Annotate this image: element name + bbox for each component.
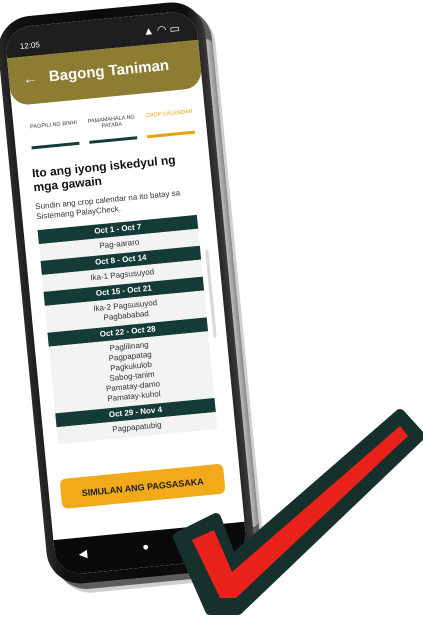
schedule-list[interactable]: Oct 1 - Oct 7 Pag-aararo Oct 8 - Oct 14 …: [37, 214, 218, 445]
status-icons: ▲◠▭: [143, 21, 184, 38]
step-label: PAMAMAHALA NG PATABA: [87, 114, 136, 130]
step-label: CROP CALENDAR: [145, 108, 193, 120]
week-block: Oct 22 - Oct 28 Paglilinang Pagpapatag P…: [47, 317, 215, 414]
status-time: 12:05: [19, 40, 41, 52]
battery-icon: ▭: [168, 22, 184, 36]
phone-mockup: 12:05 ▲◠▭ ← Bagong Taniman PAGPILI NG BI…: [0, 0, 259, 587]
arrow-left-icon[interactable]: ←: [22, 70, 37, 87]
step-crop-calendar[interactable]: CROP CALENDAR: [143, 108, 196, 139]
square-recents-icon[interactable]: ■: [204, 535, 212, 548]
start-farming-button[interactable]: SIMULAN ANG PAGSASAKA: [59, 463, 226, 510]
step-bar: [146, 130, 196, 139]
step-bar: [89, 136, 138, 144]
step-fertilizer-management[interactable]: PAMAMAHALA NG PATABA: [85, 114, 138, 144]
step-bar: [31, 141, 80, 150]
step-label: PAGPILI NG BINHI: [29, 119, 78, 131]
signal-icon: ▲: [142, 24, 158, 39]
triangle-back-icon[interactable]: ◀: [78, 547, 88, 561]
page-title: Bagong Taniman: [48, 56, 170, 86]
wifi-icon: ◠: [156, 23, 171, 37]
step-seed-selection[interactable]: PAGPILI NG BINHI: [27, 119, 80, 150]
stage: 12:05 ▲◠▭ ← Bagong Taniman PAGPILI NG BI…: [0, 0, 423, 620]
circle-home-icon[interactable]: ●: [142, 541, 150, 554]
